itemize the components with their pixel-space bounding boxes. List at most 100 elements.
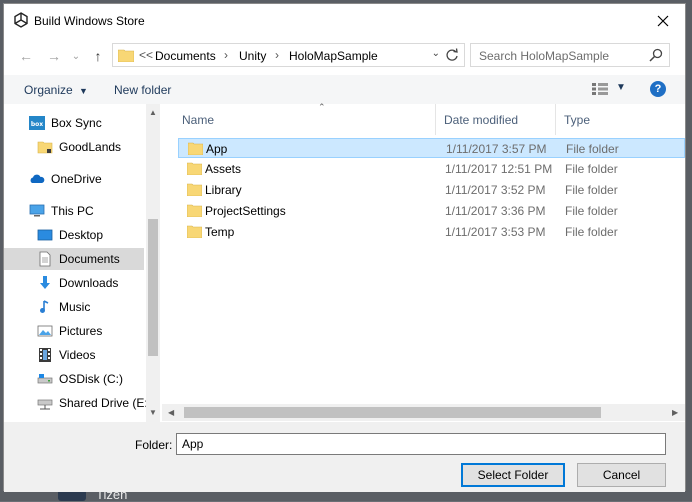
onedrive-icon bbox=[30, 174, 45, 183]
scroll-left-icon[interactable]: ◀ bbox=[168, 408, 174, 417]
file-date: 1/11/2017 12:51 PM bbox=[445, 162, 553, 176]
view-dropdown-icon[interactable]: ▼ bbox=[616, 82, 626, 93]
nav-label: Pictures bbox=[59, 324, 103, 338]
recent-locations-button[interactable]: ⌄ bbox=[66, 46, 86, 66]
nav-item-shared-drive[interactable]: Shared Drive (E:) bbox=[4, 392, 152, 414]
table-row[interactable]: Assets 1/11/2017 12:51 PM File folder bbox=[178, 159, 685, 179]
file-name: ProjectSettings bbox=[205, 204, 286, 218]
nav-item-box-sync[interactable]: box Box Sync bbox=[4, 112, 144, 134]
folder-icon bbox=[118, 49, 134, 62]
nav-item-this-pc[interactable]: This PC bbox=[4, 200, 144, 222]
table-row[interactable]: Temp 1/11/2017 3:53 PM File folder bbox=[178, 222, 685, 242]
search-box[interactable]: Search HoloMapSample bbox=[470, 43, 670, 67]
folder-icon bbox=[188, 142, 203, 155]
videos-icon bbox=[39, 348, 51, 362]
column-type-label: Type bbox=[564, 112, 591, 127]
file-name: App bbox=[206, 142, 228, 156]
file-type: File folder bbox=[565, 204, 618, 218]
nav-label: Music bbox=[59, 300, 91, 314]
table-row[interactable]: ProjectSettings 1/11/2017 3:36 PM File f… bbox=[178, 201, 685, 221]
address-dropdown-icon[interactable]: ⌄ bbox=[432, 48, 440, 59]
search-placeholder: Search HoloMapSample bbox=[479, 49, 610, 63]
search-icon bbox=[649, 48, 663, 62]
forward-button[interactable]: → bbox=[44, 46, 64, 66]
breadcrumb-holomapsample[interactable]: HoloMapSample bbox=[289, 49, 378, 63]
table-row[interactable]: App 1/11/2017 3:57 PM File folder bbox=[178, 138, 685, 158]
file-name: Temp bbox=[205, 225, 235, 239]
close-button[interactable] bbox=[641, 4, 685, 37]
folder-icon bbox=[187, 204, 202, 217]
nav-label: Box Sync bbox=[51, 116, 102, 130]
horizontal-scroll-thumb[interactable] bbox=[184, 407, 601, 418]
up-button[interactable]: ↑ bbox=[88, 46, 108, 66]
nav-label: Videos bbox=[59, 348, 96, 362]
column-date-label: Date modified bbox=[444, 112, 519, 127]
file-list: ⌃ Name Date modified Type App 1/11/2017 … bbox=[162, 102, 685, 422]
caret-down-icon: ▼ bbox=[79, 86, 88, 96]
table-row[interactable]: Library 1/11/2017 3:52 PM File folder bbox=[178, 180, 685, 200]
nav-item-videos[interactable]: Videos bbox=[4, 344, 144, 366]
breadcrumb-separator-icon: › bbox=[224, 48, 228, 62]
address-bar[interactable]: << Documents › Unity › HoloMapSample ⌄ bbox=[112, 43, 465, 67]
nav-label: Downloads bbox=[59, 276, 119, 290]
new-folder-button[interactable]: New folder bbox=[114, 83, 171, 97]
navigation-pane: box Box Sync GoodLands OneDrive This PC … bbox=[4, 104, 160, 422]
nav-item-desktop[interactable]: Desktop bbox=[4, 224, 144, 246]
file-date: 1/11/2017 3:53 PM bbox=[445, 225, 546, 239]
nav-item-downloads[interactable]: Downloads bbox=[4, 272, 144, 294]
nav-item-documents[interactable]: Documents bbox=[4, 248, 144, 270]
column-header-type[interactable]: Type bbox=[556, 104, 685, 135]
desktop-icon bbox=[37, 229, 53, 241]
nav-item-onedrive[interactable]: OneDrive bbox=[4, 168, 144, 190]
column-header-date[interactable]: Date modified bbox=[436, 104, 556, 135]
content-area: box Box Sync GoodLands OneDrive This PC … bbox=[4, 102, 685, 422]
close-icon bbox=[657, 15, 669, 26]
file-date: 1/11/2017 3:52 PM bbox=[445, 183, 546, 197]
column-header-name[interactable]: ⌃ Name bbox=[178, 102, 436, 135]
pictures-icon bbox=[37, 325, 53, 337]
folder-label: Folder: bbox=[135, 438, 173, 452]
drive-icon bbox=[37, 374, 53, 384]
scroll-up-icon[interactable]: ▲ bbox=[149, 108, 157, 117]
breadcrumb-documents[interactable]: Documents bbox=[155, 49, 216, 63]
select-folder-button[interactable]: Select Folder bbox=[461, 463, 565, 487]
nav-scroll-thumb[interactable] bbox=[148, 219, 158, 356]
box-sync-icon: box bbox=[29, 116, 45, 130]
nav-item-osdisk[interactable]: OSDisk (C:) bbox=[4, 368, 144, 390]
folder-icon bbox=[187, 162, 202, 175]
breadcrumb-separator-icon: › bbox=[275, 48, 279, 62]
downloads-icon bbox=[40, 276, 50, 289]
nav-item-goodlands[interactable]: GoodLands bbox=[4, 136, 144, 158]
navigation-bar: ← → ⌄ ↑ << Documents › Unity › HoloMapSa… bbox=[4, 37, 685, 75]
folder-name-input[interactable] bbox=[176, 433, 666, 455]
nav-item-pictures[interactable]: Pictures bbox=[4, 320, 144, 342]
scroll-right-icon[interactable]: ▶ bbox=[672, 408, 678, 417]
column-name-label: Name bbox=[182, 112, 215, 127]
documents-icon bbox=[39, 251, 51, 267]
scroll-down-icon[interactable]: ▼ bbox=[149, 408, 157, 417]
folder-picker-dialog: Build Windows Store ← → ⌄ ↑ << Documents… bbox=[3, 3, 686, 492]
breadcrumb-overflow[interactable]: << bbox=[139, 48, 153, 62]
file-type: File folder bbox=[566, 142, 619, 156]
title-bar: Build Windows Store bbox=[4, 4, 685, 37]
dialog-footer: Folder: Select Folder Cancel bbox=[4, 422, 685, 492]
horizontal-scrollbar[interactable]: ◀ ▶ bbox=[162, 404, 685, 421]
back-button[interactable]: ← bbox=[16, 46, 36, 66]
breadcrumb-unity[interactable]: Unity bbox=[239, 49, 266, 63]
svg-text:box: box bbox=[31, 121, 43, 128]
nav-item-music[interactable]: Music bbox=[4, 296, 144, 318]
view-options-icon[interactable] bbox=[592, 83, 608, 95]
file-type: File folder bbox=[565, 162, 618, 176]
nav-pane-scrollbar[interactable]: ▲ ▼ bbox=[146, 104, 160, 422]
this-pc-icon bbox=[29, 204, 45, 217]
nav-label: Shared Drive (E:) bbox=[59, 396, 152, 410]
refresh-icon[interactable] bbox=[444, 47, 460, 63]
cancel-button[interactable]: Cancel bbox=[577, 463, 666, 487]
nav-label: GoodLands bbox=[59, 140, 122, 154]
nav-label: OSDisk (C:) bbox=[59, 372, 123, 386]
file-date: 1/11/2017 3:57 PM bbox=[446, 142, 547, 156]
arrow-right-icon: → bbox=[47, 48, 61, 64]
help-icon[interactable]: ? bbox=[650, 81, 666, 97]
file-type: File folder bbox=[565, 183, 618, 197]
organize-button[interactable]: Organize ▼ bbox=[24, 83, 88, 97]
